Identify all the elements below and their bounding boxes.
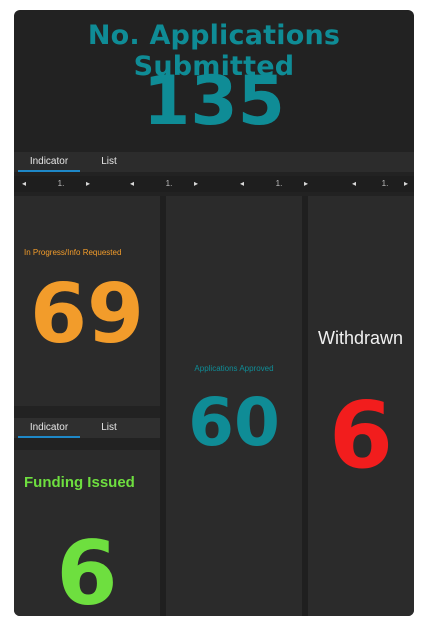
page-indicator: 1. xyxy=(275,179,283,188)
in-progress-panel: In Progress/Info Requested 69 xyxy=(14,196,160,406)
withdrawn-value: 6 xyxy=(328,382,393,489)
prev-icon[interactable]: ◂ xyxy=(350,178,358,190)
prev-icon[interactable]: ◂ xyxy=(238,178,246,190)
funding-label: Funding Issued xyxy=(24,474,135,491)
tab-indicator[interactable]: Indicator xyxy=(18,418,80,438)
in-progress-label: In Progress/Info Requested xyxy=(24,248,122,257)
next-icon[interactable]: ▸ xyxy=(302,178,310,190)
dashboard-frame: No. Applications Submitted 135 Indicator… xyxy=(14,10,414,616)
approved-panel: Applications Approved 60 xyxy=(166,196,302,616)
pager-2: ◂ 1. ▸ xyxy=(126,176,206,192)
prev-icon[interactable]: ◂ xyxy=(20,178,28,190)
applications-submitted-value: 135 xyxy=(143,62,285,141)
next-icon[interactable]: ▸ xyxy=(192,178,200,190)
next-icon[interactable]: ▸ xyxy=(402,178,410,190)
approved-label: Applications Approved xyxy=(194,364,274,373)
funding-panel: Funding Issued 6 xyxy=(14,450,160,616)
pager-4: ◂ 1. ▸ xyxy=(348,176,414,192)
pager-row: ◂ 1. ▸ ◂ 1. ▸ ◂ 1. ▸ ◂ 1. ▸ xyxy=(14,176,414,192)
withdrawn-label: Withdrawn xyxy=(318,328,404,348)
pager-3: ◂ 1. ▸ xyxy=(236,176,316,192)
bottom-tab-bar: Indicator List xyxy=(14,418,160,438)
approved-value: 60 xyxy=(188,384,280,461)
page-indicator: 1. xyxy=(57,179,65,188)
page-indicator: 1. xyxy=(381,179,389,188)
withdrawn-panel: Withdrawn 6 xyxy=(308,196,414,616)
tab-list[interactable]: List xyxy=(88,418,130,438)
page-indicator: 1. xyxy=(165,179,173,188)
funding-value: 6 xyxy=(56,522,118,617)
tab-indicator[interactable]: Indicator xyxy=(18,152,80,172)
in-progress-value: 69 xyxy=(29,267,145,362)
top-tab-bar: Indicator List xyxy=(14,152,414,172)
pager-1: ◂ 1. ▸ xyxy=(18,176,98,192)
prev-icon[interactable]: ◂ xyxy=(128,178,136,190)
tab-list[interactable]: List xyxy=(88,152,130,172)
next-icon[interactable]: ▸ xyxy=(84,178,92,190)
